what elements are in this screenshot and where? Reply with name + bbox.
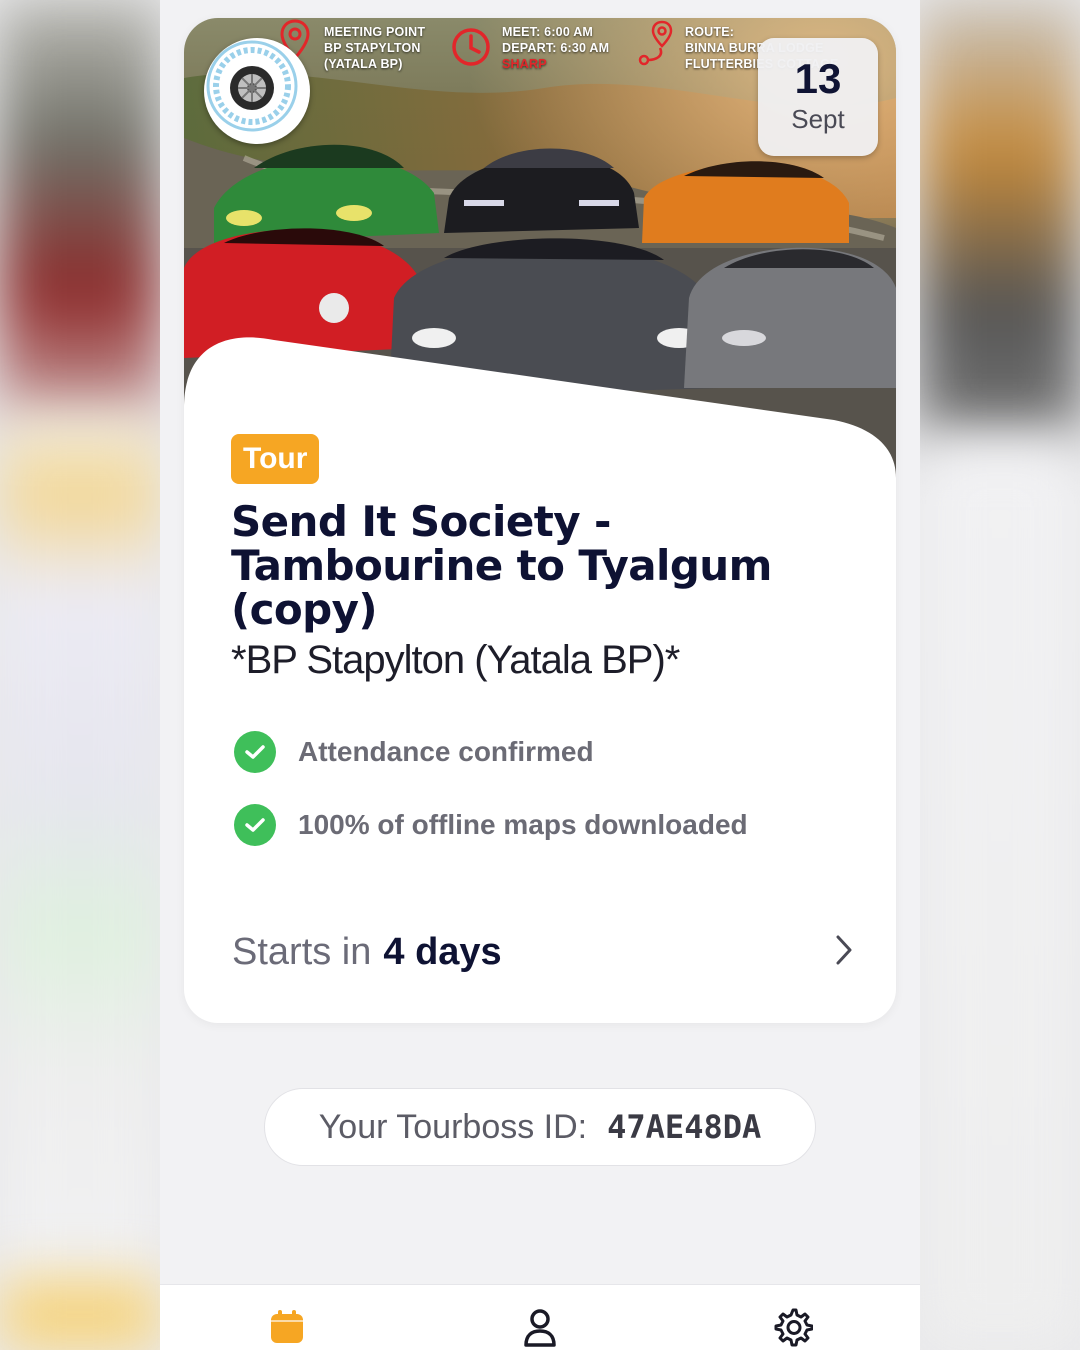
user-icon — [524, 1309, 556, 1347]
status-offline-maps: 100% of offline maps downloaded — [234, 803, 748, 847]
starts-in-row[interactable]: Starts in 4 days — [232, 924, 852, 980]
status-attendance: Attendance confirmed — [234, 730, 594, 774]
app-screen: MEETING POINT BP STAPYLTON (YATALA BP) M… — [160, 0, 920, 1350]
event-card[interactable]: MEETING POINT BP STAPYLTON (YATALA BP) M… — [184, 18, 896, 1023]
starts-in-value: 4 days — [383, 930, 502, 973]
event-title: Send It Society - Tambourine to Tyalgum … — [231, 497, 772, 634]
gear-icon — [774, 1308, 813, 1347]
event-card-content: Tour Send It Society - Tambourine to Tya… — [184, 18, 896, 1023]
event-meeting-subtitle: *BP Stapylton (Yatala BP)* — [231, 638, 680, 682]
check-circle-icon — [234, 731, 276, 773]
status-label: Attendance confirmed — [298, 736, 594, 767]
tab-events[interactable] — [265, 1307, 309, 1350]
tab-profile[interactable] — [518, 1307, 562, 1350]
status-label: 100% of offline maps downloaded — [298, 809, 748, 840]
tourboss-id-pill[interactable]: Your Tourboss ID: 47AE48DA — [264, 1088, 816, 1166]
starts-in-label: Starts in — [232, 930, 372, 973]
tourboss-id-label: Your Tourboss ID: — [318, 1107, 588, 1146]
calendar-icon — [271, 1310, 303, 1343]
tourboss-id-value: 47AE48DA — [607, 1108, 762, 1146]
check-circle-icon — [234, 804, 276, 846]
bottom-tab-bar — [160, 1284, 920, 1350]
tab-settings[interactable] — [771, 1307, 815, 1350]
chevron-right-icon[interactable] — [832, 932, 856, 968]
event-type-badge: Tour — [231, 434, 320, 484]
